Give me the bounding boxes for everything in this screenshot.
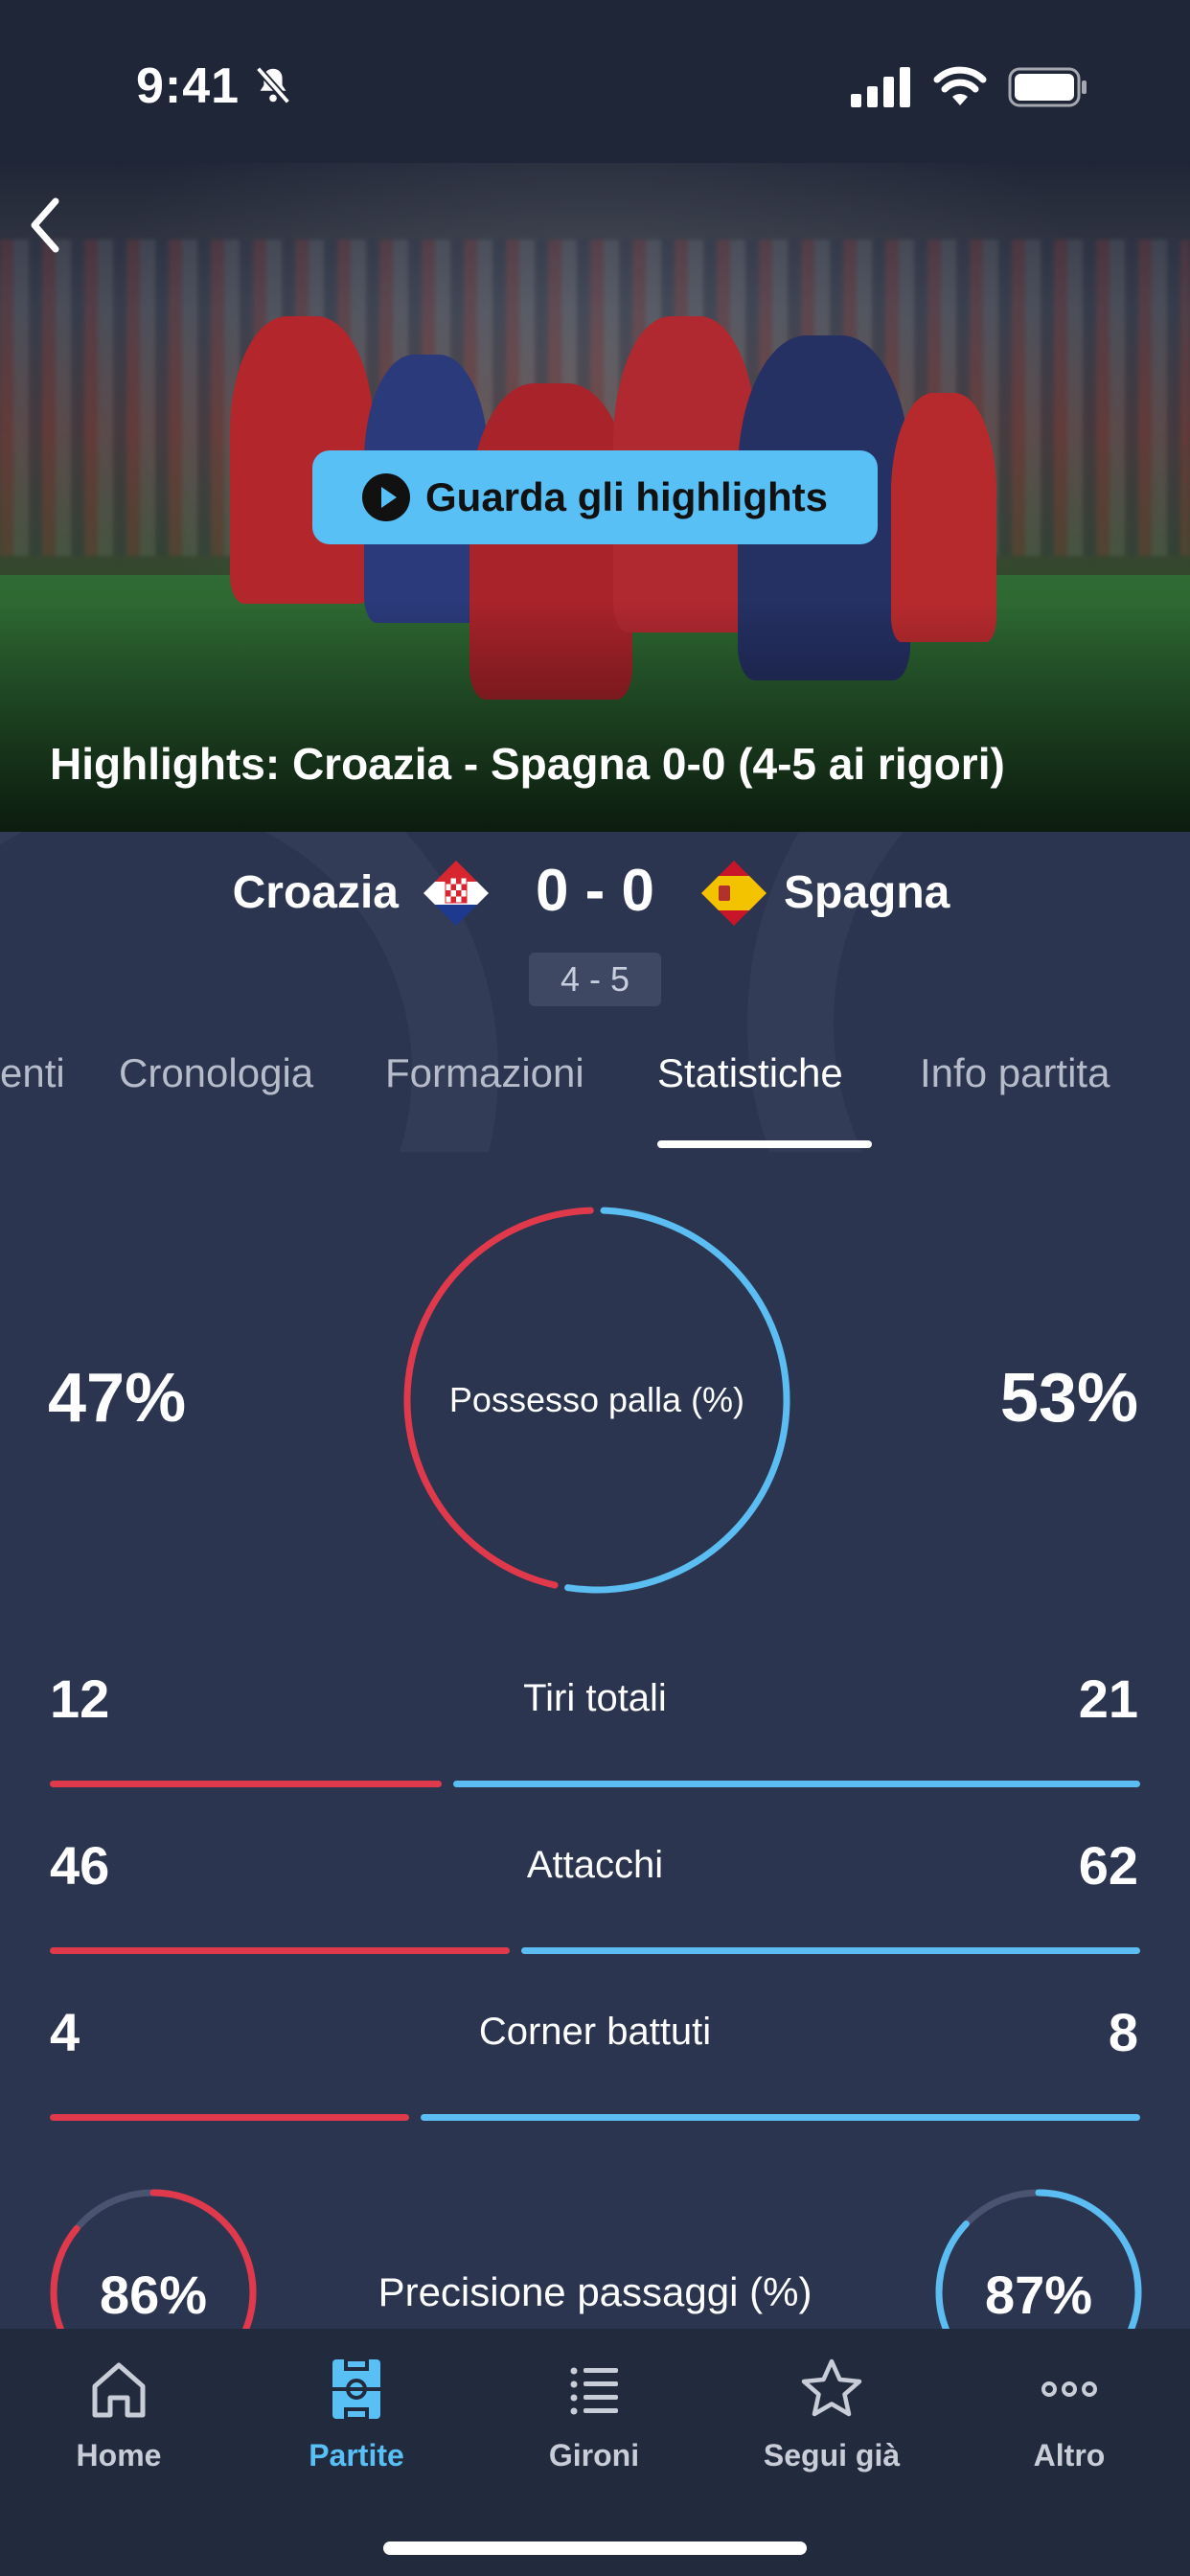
attacks-label: Attacchi: [526, 1844, 664, 1886]
shots-home-bar: [50, 1781, 443, 1787]
home-icon: [92, 2362, 146, 2418]
corners-away-value: 8: [1108, 2002, 1138, 2062]
match-tabs: enti Cronologia Formazioni Statistiche I…: [0, 1050, 1190, 1146]
status-bar: 9:41: [0, 0, 1190, 163]
away-possession-value: 53%: [999, 1360, 1138, 1437]
active-tab-indicator: [657, 1140, 872, 1148]
nav-segui-label: Segui già: [763, 2438, 901, 2472]
bell-muted-icon: [255, 66, 291, 104]
possession-label: Possesso palla (%): [448, 1380, 745, 1419]
hero-shade: [0, 602, 1190, 832]
nav-altro-label: Altro: [1033, 2438, 1106, 2472]
home-possession-value: 47%: [48, 1360, 187, 1437]
away-team-name[interactable]: Spagna: [784, 866, 950, 919]
tab-partial[interactable]: enti: [0, 1050, 65, 1096]
more-icon: [1041, 2381, 1097, 2397]
pitch-icon: [332, 2358, 380, 2421]
shots-away-bar: [453, 1781, 1140, 1787]
nav-partite[interactable]: Partite: [241, 2356, 471, 2473]
tab-statistiche[interactable]: Statistiche: [657, 1050, 843, 1096]
cellular-signal-icon: [851, 67, 910, 107]
home-indicator: [383, 2542, 807, 2555]
status-time: 9:41: [136, 58, 240, 114]
nav-gironi[interactable]: Gironi: [479, 2356, 709, 2473]
match-score: 0 - 0: [535, 858, 655, 924]
nav-partite-label: Partite: [309, 2438, 404, 2472]
highlights-title: Highlights: Croazia - Spagna 0-0 (4-5 ai…: [50, 739, 1005, 789]
watch-highlights-label: Guarda gli highlights: [425, 474, 828, 519]
back-chevron-icon[interactable]: [21, 192, 69, 259]
attacks-home-bar: [50, 1947, 510, 1954]
bottom-navigation: Home Partite Gironi Segui già Altro: [0, 2329, 1190, 2576]
corners-home-bar: [50, 2114, 410, 2121]
corners-label: Corner battuti: [478, 2011, 712, 2053]
corners-away-bar: [421, 2114, 1140, 2121]
shots-away-value: 21: [1078, 1668, 1138, 1729]
list-icon: [570, 2367, 618, 2415]
highlights-hero[interactable]: Guarda gli highlights Highlights: Croazi…: [0, 163, 1190, 832]
spain-flag-icon: [701, 861, 767, 926]
attacks-away-bar: [520, 1947, 1140, 1954]
tab-cronologia[interactable]: Cronologia: [119, 1050, 313, 1096]
tab-formazioni[interactable]: Formazioni: [385, 1050, 584, 1096]
statistics-panel[interactable]: 47% Possesso palla (%) 53% 12 Tiri total…: [0, 1152, 1190, 2329]
penalty-score-badge: 4 - 5: [529, 953, 661, 1006]
nav-gironi-label: Gironi: [548, 2438, 640, 2472]
tab-info-partita[interactable]: Info partita: [920, 1050, 1110, 1096]
away-passing-value: 87%: [984, 2265, 1093, 2325]
battery-icon: [1008, 67, 1087, 107]
nav-home[interactable]: Home: [4, 2356, 234, 2473]
nav-home-label: Home: [76, 2438, 162, 2472]
attacks-away-value: 62: [1078, 1835, 1138, 1896]
nav-segui[interactable]: Segui già: [717, 2356, 947, 2473]
wifi-icon: [933, 66, 987, 105]
play-icon: [362, 473, 410, 521]
match-header: Croazia 0 - 0 Spagna 4 - 5 enti Cronolog…: [0, 832, 1190, 1152]
nav-altro[interactable]: Altro: [954, 2356, 1184, 2473]
star-icon: [801, 2358, 862, 2417]
shots-label: Tiri totali: [523, 1677, 667, 1719]
watch-highlights-button[interactable]: Guarda gli highlights: [312, 450, 878, 544]
